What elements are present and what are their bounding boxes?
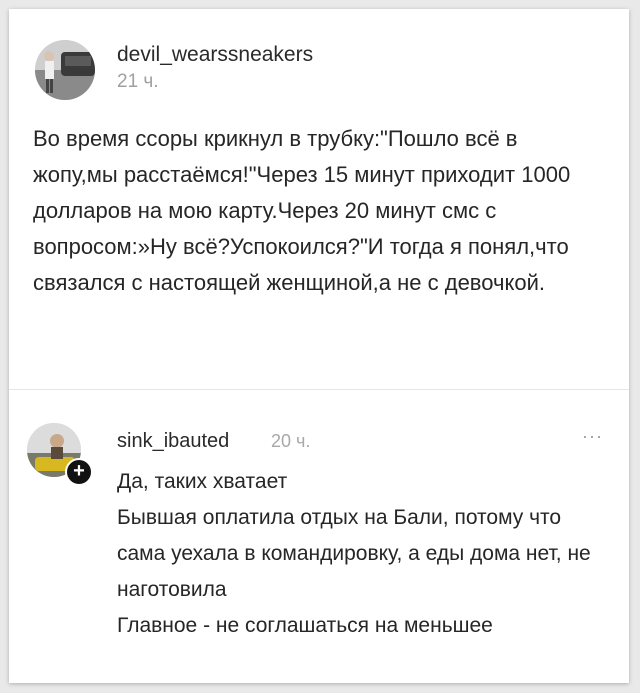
comment-timestamp: 20 ч. xyxy=(271,431,311,451)
more-options-icon[interactable]: ··· xyxy=(582,426,603,447)
avatar-photo-icon xyxy=(35,40,95,100)
post-timestamp: 21 ч. xyxy=(117,71,159,92)
comment: + sink_ibauted 20 ч. ··· Да, таких хвата… xyxy=(9,390,629,683)
post-author-name[interactable]: devil_wearssneakers xyxy=(117,43,313,67)
follow-plus-icon[interactable]: + xyxy=(65,458,93,486)
thread-card: devil_wearssneakers 21 ч. Во время ссоры… xyxy=(9,9,629,683)
comment-author-name[interactable]: sink_ibauted xyxy=(117,430,229,453)
post-text: Во время ссоры крикнул в трубку:"Пошло в… xyxy=(33,126,571,295)
post: devil_wearssneakers 21 ч. Во время ссоры… xyxy=(9,9,629,389)
post-author-avatar[interactable] xyxy=(35,40,95,100)
comment-text: Да, таких хватает Бывшая оплатила отдых … xyxy=(117,470,591,637)
